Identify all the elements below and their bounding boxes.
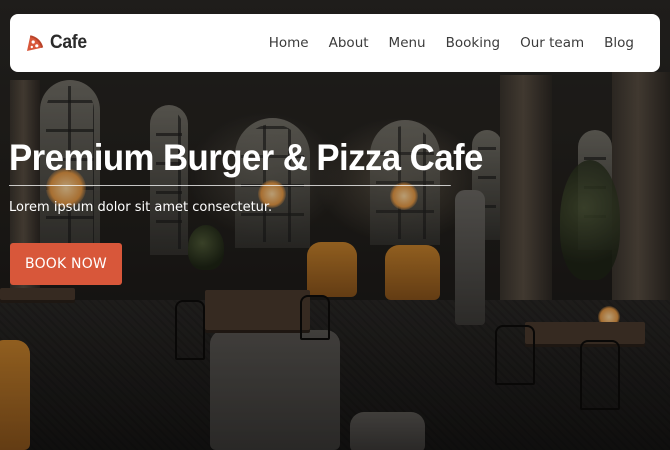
nav-link-menu[interactable]: Menu (389, 35, 426, 51)
nav-menu: Home About Menu Booking Our team Blog (269, 35, 634, 51)
hero-subtitle: Lorem ipsum dolor sit amet consectetur. (9, 200, 273, 215)
brand-name: Cafe (50, 32, 87, 53)
nav-link-booking[interactable]: Booking (446, 35, 500, 51)
nav-link-blog[interactable]: Blog (604, 35, 634, 51)
brand-logo-link[interactable]: Cafe (25, 32, 90, 54)
nav-link-about[interactable]: About (329, 35, 369, 51)
nav-link-our-team[interactable]: Our team (520, 35, 584, 51)
pizza-slice-icon (27, 35, 44, 51)
nav-link-home[interactable]: Home (269, 35, 309, 51)
book-now-button[interactable]: BOOK NOW (10, 243, 122, 285)
top-navbar: Cafe Home About Menu Booking Our team Bl… (10, 14, 660, 72)
hero-title: Premium Burger & Pizza Cafe (9, 137, 483, 186)
